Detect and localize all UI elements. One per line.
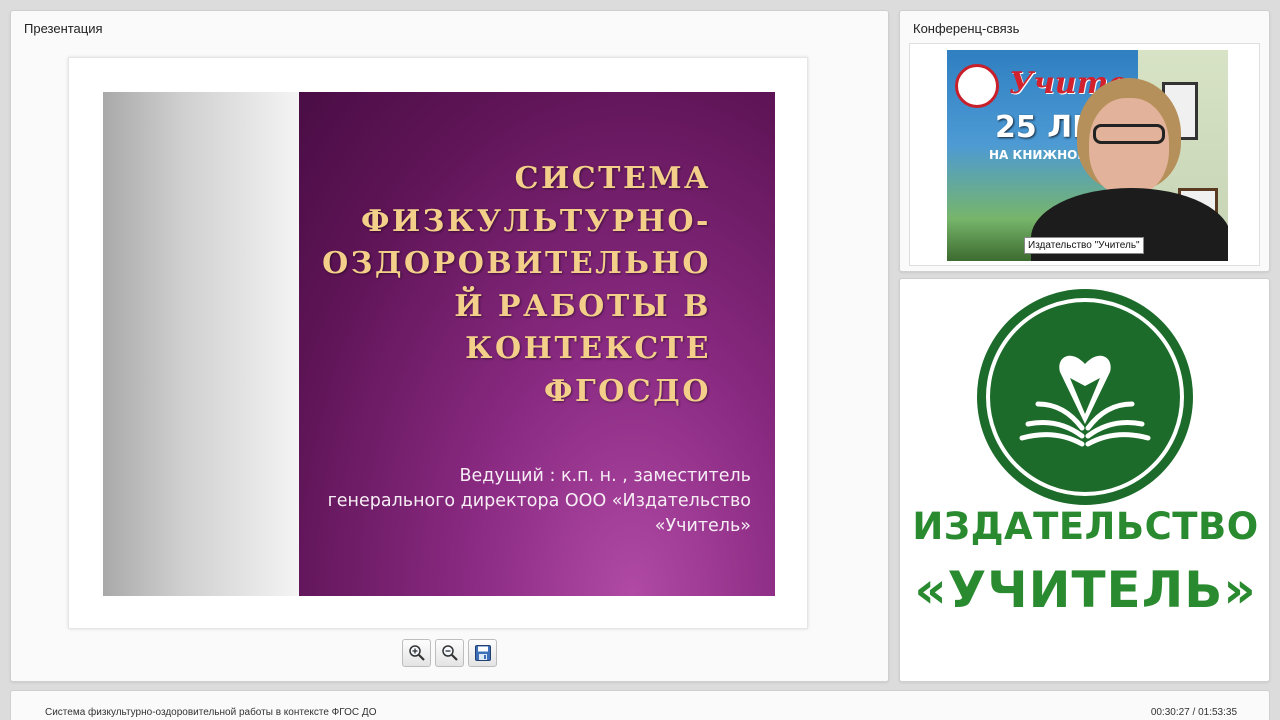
logo-text-line2: «УЧИТЕЛЬ» (914, 561, 1257, 619)
zoom-in-icon (408, 645, 425, 661)
webcam-video[interactable]: Учите 25 ЛЕТ НА КНИЖНОМ Р РОСС Издательс… (947, 50, 1228, 261)
video-frame: Учите 25 ЛЕТ НА КНИЖНОМ Р РОСС Издательс… (909, 43, 1260, 266)
conference-panel: Конференц-связь Учите 25 ЛЕТ НА КНИЖНОМ … (899, 10, 1270, 272)
publisher-logo-icon (977, 289, 1193, 505)
save-button[interactable] (468, 639, 497, 667)
presentation-panel-title: Презентация (24, 21, 103, 36)
conference-panel-title: Конференц-связь (913, 21, 1020, 36)
slide-toolbar (402, 639, 497, 667)
zoom-out-button[interactable] (435, 639, 464, 667)
zoom-in-button[interactable] (402, 639, 431, 667)
slide-title: СИСТЕМА ФИЗКУЛЬТУРНО- ОЗДОРОВИТЕЛЬНО Й Р… (322, 161, 711, 409)
save-icon (474, 645, 491, 661)
video-speaker-label: Издательство "Учитель" (1024, 237, 1144, 254)
logo-panel: ИЗДАТЕЛЬСТВО «УЧИТЕЛЬ» (899, 278, 1270, 682)
presentation-panel: Презентация СИСТЕМА ФИЗКУЛЬТУРНО- ОЗДОРО… (10, 10, 889, 682)
slide-left-gradient (103, 92, 299, 596)
playback-time: 00:30:27 / 01:53:35 (1150, 707, 1237, 718)
slide: СИСТЕМА ФИЗКУЛЬТУРНО- ОЗДОРОВИТЕЛЬНО Й Р… (103, 92, 775, 596)
slide-frame: СИСТЕМА ФИЗКУЛЬТУРНО- ОЗДОРОВИТЕЛЬНО Й Р… (68, 57, 808, 629)
webinar-title: Система физкультурно-оздоровительной раб… (45, 707, 377, 718)
presenter-glasses (1093, 124, 1165, 144)
zoom-out-icon (441, 645, 458, 661)
presenter-face (1089, 98, 1169, 196)
logo-text-line1: ИЗДАТЕЛЬСТВО (912, 505, 1259, 548)
slide-subtitle: Ведущий : к.п. н. , заместитель генераль… (327, 466, 751, 536)
bottom-status-bar: Система физкультурно-оздоровительной раб… (10, 690, 1270, 720)
banner-logo-icon (955, 64, 999, 108)
